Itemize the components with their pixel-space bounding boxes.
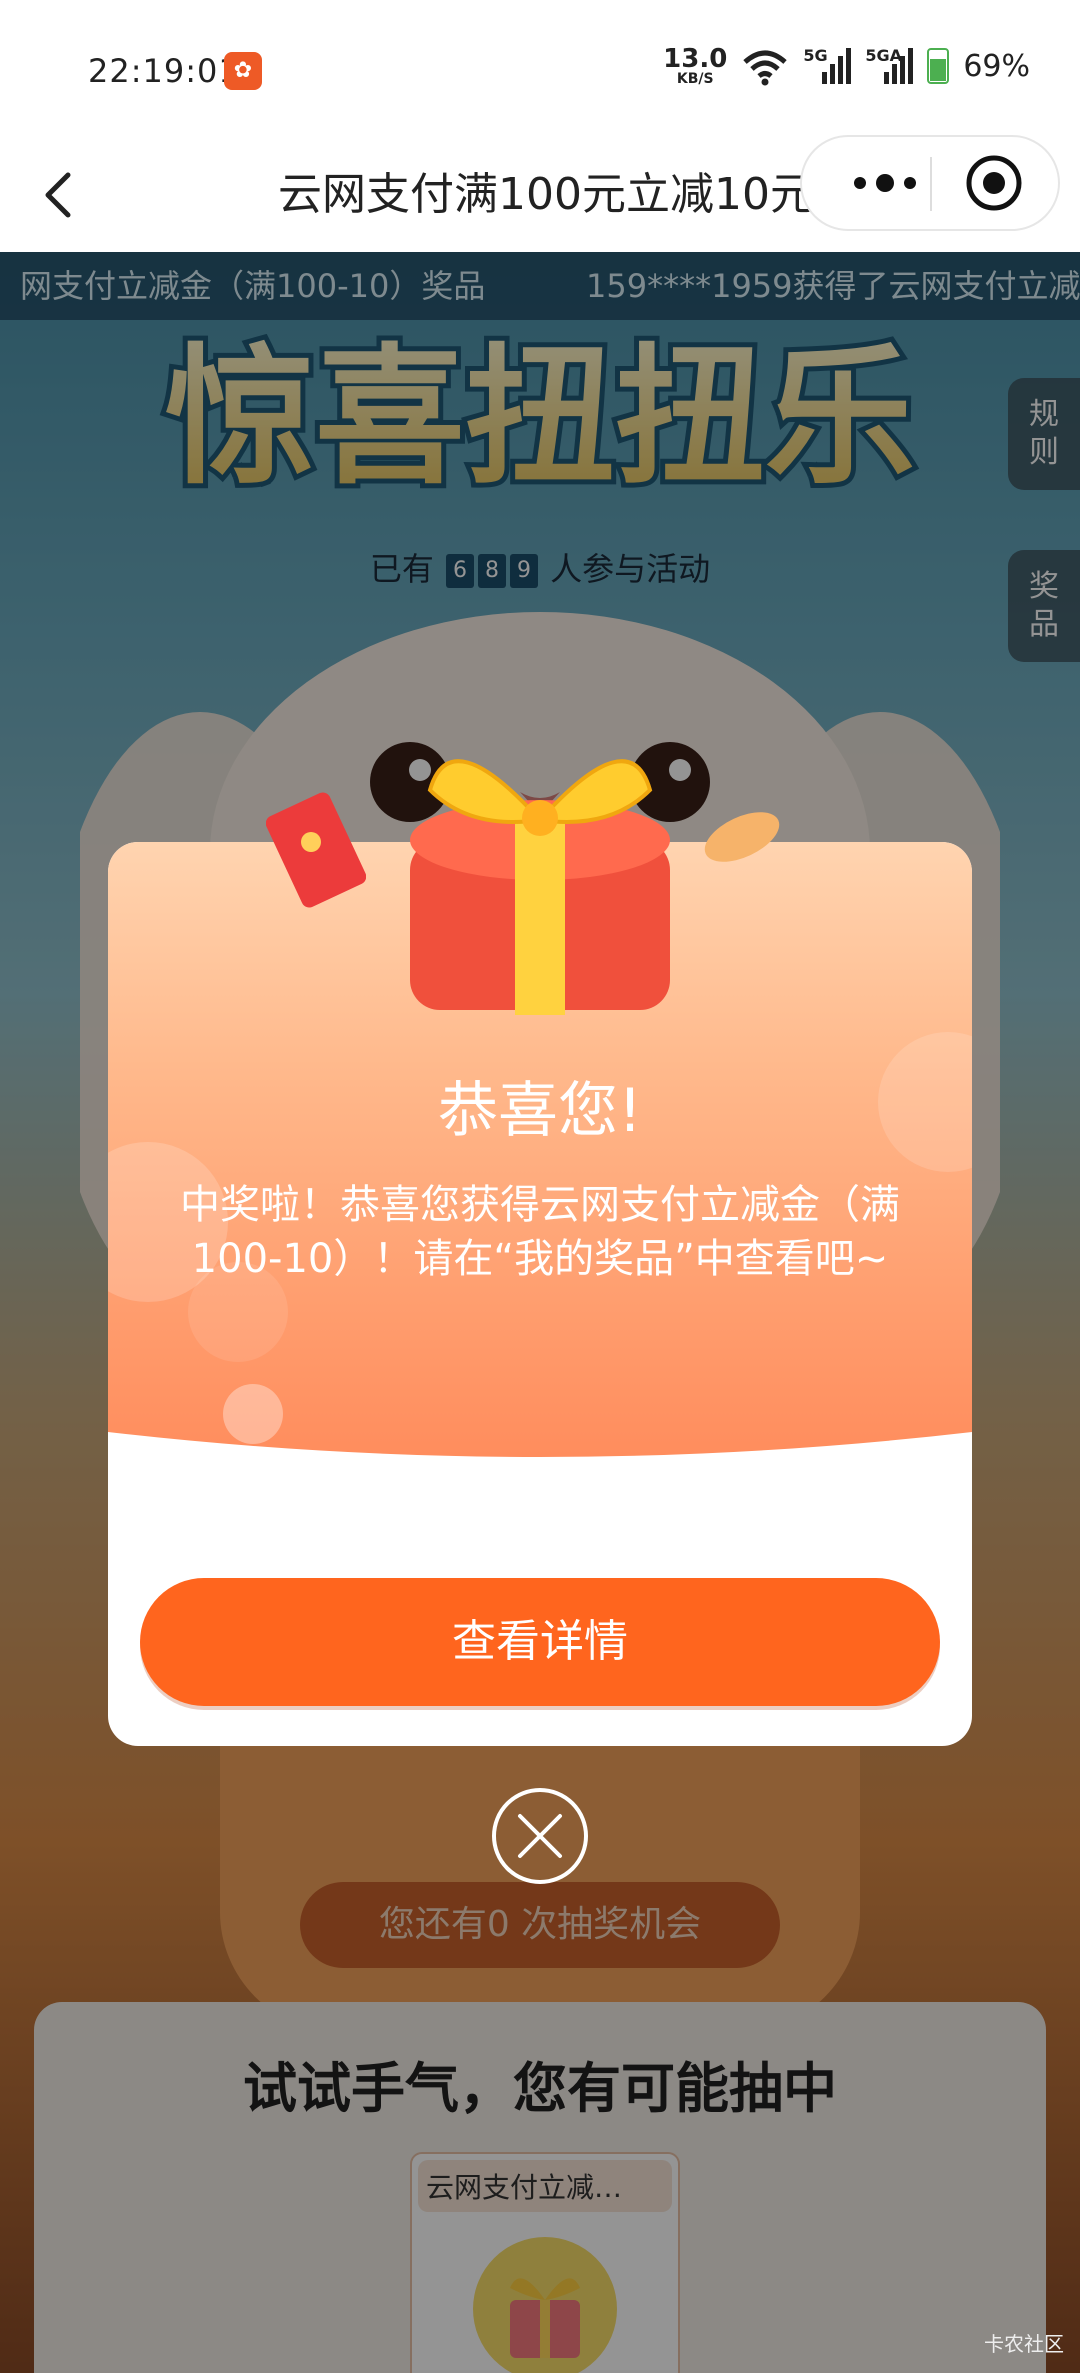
signal-5ga-icon: 5GA (865, 46, 914, 86)
status-time: 22:19:01 (88, 52, 240, 90)
page-title: 云网支付满100元立减10元 (278, 169, 814, 220)
more-options-icon[interactable] (840, 163, 930, 203)
capsule-divider (930, 157, 932, 211)
coin-icon (704, 812, 780, 862)
signal-5g-icon: 5G (803, 46, 852, 86)
wifi-icon (743, 50, 787, 86)
close-miniprogram-icon[interactable] (964, 153, 1024, 213)
dialog-title: 恭喜您! (437, 1076, 643, 1146)
view-details-button[interactable]: 查看详情 (140, 1578, 940, 1706)
status-indicators: 13.0 KB/S 5G 5GA 69% (663, 46, 1030, 86)
app-notification-icon: ✿ (224, 52, 262, 90)
watermark: 卡农社区 (984, 2332, 1064, 2356)
dialog-message: 中奖啦！恭喜您获得云网支付立减金（满100-10）！请在“我的奖品”中查看吧~ (180, 1182, 900, 1282)
gift-box-icon (410, 759, 670, 1015)
battery-percent: 69% (963, 48, 1030, 84)
red-envelope-icon (266, 792, 366, 908)
dialog-wave (108, 1432, 972, 1522)
status-bar: 22:19:01 ✿ 13.0 KB/S 5G 5GA 69% (0, 0, 1080, 140)
back-arrow-icon[interactable] (30, 160, 90, 230)
battery-icon (927, 48, 950, 84)
network-speed: 13.0 KB/S (663, 44, 728, 87)
close-dialog-icon[interactable] (490, 1786, 590, 1886)
miniprogram-capsule (800, 135, 1060, 231)
